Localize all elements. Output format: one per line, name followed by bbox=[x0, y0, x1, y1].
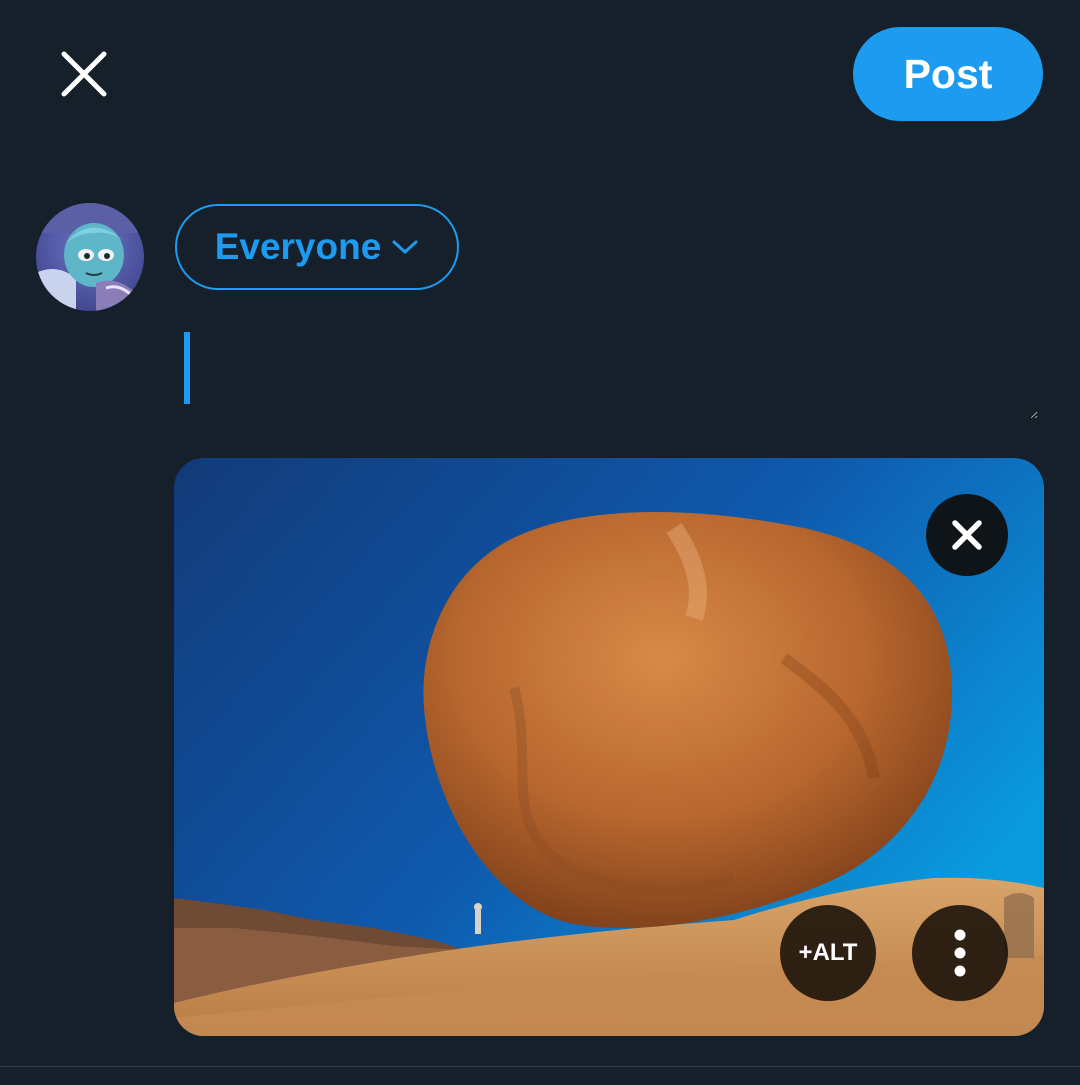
add-alt-text-button[interactable]: +ALT bbox=[780, 905, 876, 1001]
compose-text-input[interactable] bbox=[184, 325, 1038, 419]
attached-image[interactable]: +ALT bbox=[174, 458, 1044, 1036]
close-icon bbox=[952, 520, 982, 550]
close-button[interactable] bbox=[44, 34, 124, 114]
remove-media-button[interactable] bbox=[926, 494, 1008, 576]
avatar-image bbox=[36, 203, 144, 311]
bottom-divider bbox=[0, 1066, 1080, 1067]
chevron-down-icon bbox=[392, 240, 418, 254]
text-caret bbox=[184, 332, 190, 404]
avatar[interactable] bbox=[36, 203, 144, 311]
audience-label: Everyone bbox=[214, 226, 382, 267]
close-icon bbox=[61, 51, 107, 97]
more-vertical-icon bbox=[954, 929, 966, 977]
post-button-label: Post bbox=[903, 50, 993, 97]
audience-selector[interactable]: Everyone bbox=[175, 204, 459, 290]
media-more-button[interactable] bbox=[912, 905, 1008, 1001]
alt-button-label: +ALT bbox=[798, 939, 858, 966]
post-button[interactable]: Post bbox=[853, 27, 1043, 121]
